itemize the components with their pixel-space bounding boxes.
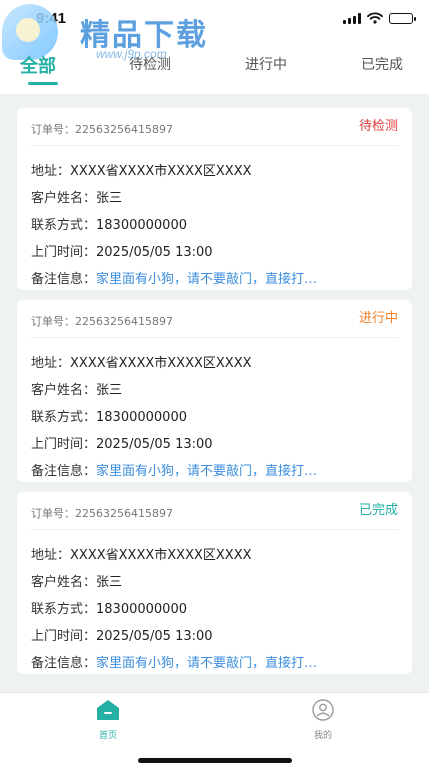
tabbar-home-label: 首页 (98, 731, 117, 741)
top-header: 9:41 精品下载 www.j9p.com 全部 待检测 进行中 已完成 (0, 0, 429, 94)
order-status-badge: 待检测 (358, 119, 398, 134)
order-card[interactable]: 订单号：22563256415897 待检测 地址：XXXX省XXXX市XXXX… (17, 108, 412, 290)
order-card-header: 订单号：22563256415897 已完成 (31, 502, 398, 530)
order-customer: 客户姓名：张三 (31, 383, 123, 398)
order-card-header: 订单号：22563256415897 待检测 (31, 118, 398, 146)
order-visit-time: 上门时间：2025/05/05 13:00 (31, 245, 213, 260)
battery-icon (389, 12, 416, 24)
order-card[interactable]: 订单号：22563256415897 已完成 地址：XXXX省XXXX市XXXX… (17, 492, 412, 674)
order-card[interactable]: 订单号：22563256415897 进行中 地址：XXXX省XXXX市XXXX… (17, 300, 412, 482)
tabbar-home[interactable]: 首页 (78, 699, 138, 741)
tab-pending-inspection[interactable]: 待检测 (129, 54, 171, 74)
order-address: 地址：XXXX省XXXX市XXXX区XXXX (31, 548, 252, 563)
bottom-tab-bar: 首页 我的 (0, 692, 429, 767)
order-note: 备注信息：家里面有小狗，请不要敲门，直接打… (31, 464, 318, 479)
tabbar-profile[interactable]: 我的 (293, 699, 353, 741)
order-address: 地址：XXXX省XXXX市XXXX区XXXX (31, 164, 252, 179)
home-indicator (138, 758, 292, 763)
user-icon (312, 699, 334, 721)
order-number: 订单号：22563256415897 (31, 507, 173, 520)
tab-all[interactable]: 全部 (20, 52, 56, 78)
tab-completed[interactable]: 已完成 (361, 54, 403, 74)
tabbar-profile-label: 我的 (313, 731, 332, 741)
order-contact: 联系方式：18300000000 (31, 602, 187, 617)
tab-in-progress[interactable]: 进行中 (245, 54, 287, 74)
wifi-icon (367, 12, 383, 24)
order-contact: 联系方式：18300000000 (31, 410, 187, 425)
order-customer: 客户姓名：张三 (31, 575, 123, 590)
order-visit-time: 上门时间：2025/05/05 13:00 (31, 437, 213, 452)
order-status-tabs: 全部 待检测 进行中 已完成 (0, 54, 429, 94)
order-visit-time: 上门时间：2025/05/05 13:00 (31, 629, 213, 644)
order-status-badge: 已完成 (358, 503, 398, 518)
order-status-badge: 进行中 (358, 311, 398, 326)
order-note: 备注信息：家里面有小狗，请不要敲门，直接打… (31, 272, 318, 287)
order-contact: 联系方式：18300000000 (31, 218, 187, 233)
order-card-header: 订单号：22563256415897 进行中 (31, 310, 398, 338)
status-icons (343, 12, 416, 24)
order-list: 订单号：22563256415897 待检测 地址：XXXX省XXXX市XXXX… (17, 108, 412, 684)
order-note: 备注信息：家里面有小狗，请不要敲门，直接打… (31, 656, 318, 671)
order-address: 地址：XXXX省XXXX市XXXX区XXXX (31, 356, 252, 371)
signal-icon (343, 12, 361, 24)
order-number: 订单号：22563256415897 (31, 315, 173, 328)
home-icon (97, 700, 119, 720)
order-number: 订单号：22563256415897 (31, 123, 173, 136)
active-tab-indicator (28, 82, 58, 85)
order-customer: 客户姓名：张三 (31, 191, 123, 206)
